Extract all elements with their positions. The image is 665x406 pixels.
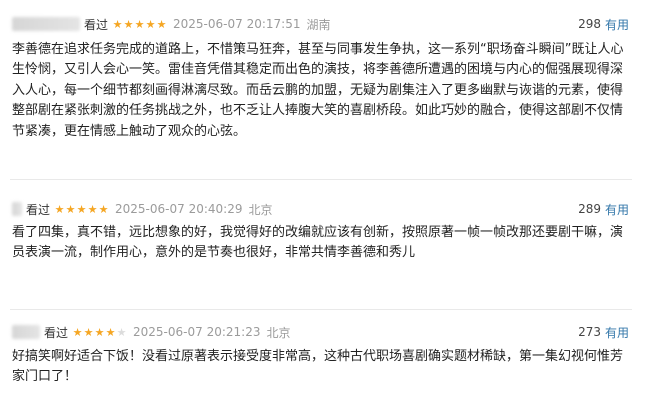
star-filled-icon: ★ bbox=[145, 17, 156, 31]
rating-stars: ★ ★ ★ ★ ★ bbox=[72, 327, 127, 338]
review-date: 2025-06-07 20:21:23 bbox=[133, 325, 261, 339]
useful-vote: 298 有用 bbox=[578, 13, 629, 35]
star-filled-icon: ★ bbox=[134, 17, 145, 31]
review-meta: 看过 ★ ★ ★ ★ ★ 2025-06-07 20:21:23 北京 bbox=[12, 321, 290, 343]
review-item: 看过 ★ ★ ★ ★ ★ 2025-06-07 20:17:51 湖南 298 有用 李… bbox=[0, 0, 665, 180]
star-empty-icon: ★ bbox=[116, 325, 127, 339]
blurred-username bbox=[12, 17, 80, 31]
useful-count: 298 bbox=[578, 17, 601, 31]
review-content: 好搞笑啊好适合下饭！没看过原著表示接受度非常高，这种古代职场喜剧确实题材稀缺，第… bbox=[12, 349, 624, 385]
blurred-username bbox=[12, 325, 40, 339]
star-filled-icon: ★ bbox=[87, 202, 98, 216]
review-content: 李善德在追求任务完成的道路上，不惜策马狂奔，甚至与同事发生争执，这一系列“职场奋… bbox=[12, 42, 624, 139]
star-filled-icon: ★ bbox=[156, 17, 167, 31]
useful-vote: 289 有用 bbox=[578, 198, 629, 220]
star-filled-icon: ★ bbox=[54, 202, 65, 216]
review-meta: 看过 ★ ★ ★ ★ ★ 2025-06-07 20:40:29 北京 bbox=[12, 198, 272, 220]
useful-count: 289 bbox=[578, 202, 601, 216]
useful-button[interactable]: 有用 bbox=[605, 201, 629, 218]
review-item: 看过 ★ ★ ★ ★ ★ 2025-06-07 20:21:23 北京 273 有用 好… bbox=[0, 310, 665, 406]
rating-stars: ★ ★ ★ ★ ★ bbox=[112, 19, 167, 30]
rating-stars: ★ ★ ★ ★ ★ bbox=[54, 204, 109, 215]
useful-button[interactable]: 有用 bbox=[605, 324, 629, 341]
useful-vote: 273 有用 bbox=[578, 321, 629, 343]
useful-button[interactable]: 有用 bbox=[605, 16, 629, 33]
star-filled-icon: ★ bbox=[98, 202, 109, 216]
star-filled-icon: ★ bbox=[83, 325, 94, 339]
review-item: 看过 ★ ★ ★ ★ ★ 2025-06-07 20:40:29 北京 289 有用 看… bbox=[0, 180, 665, 310]
watched-label: 看过 bbox=[44, 325, 69, 340]
star-filled-icon: ★ bbox=[123, 17, 134, 31]
watched-label: 看过 bbox=[26, 202, 51, 217]
review-date: 2025-06-07 20:40:29 bbox=[115, 202, 243, 216]
star-filled-icon: ★ bbox=[112, 17, 123, 31]
review-date: 2025-06-07 20:17:51 bbox=[173, 17, 301, 31]
star-filled-icon: ★ bbox=[72, 325, 83, 339]
star-filled-icon: ★ bbox=[65, 202, 76, 216]
review-location: 湖南 bbox=[306, 17, 331, 32]
blurred-username bbox=[12, 202, 22, 216]
review-location: 北京 bbox=[266, 325, 291, 340]
review-content: 看了四集，真不错，远比想象的好，我觉得好的改编就应该有创新，按照原著一帧一帧改那… bbox=[12, 225, 624, 261]
star-filled-icon: ★ bbox=[94, 325, 105, 339]
star-filled-icon: ★ bbox=[76, 202, 87, 216]
star-filled-icon: ★ bbox=[105, 325, 116, 339]
review-meta: 看过 ★ ★ ★ ★ ★ 2025-06-07 20:17:51 湖南 bbox=[12, 13, 330, 35]
useful-count: 273 bbox=[578, 325, 601, 339]
watched-label: 看过 bbox=[84, 17, 109, 32]
review-location: 北京 bbox=[248, 202, 273, 217]
